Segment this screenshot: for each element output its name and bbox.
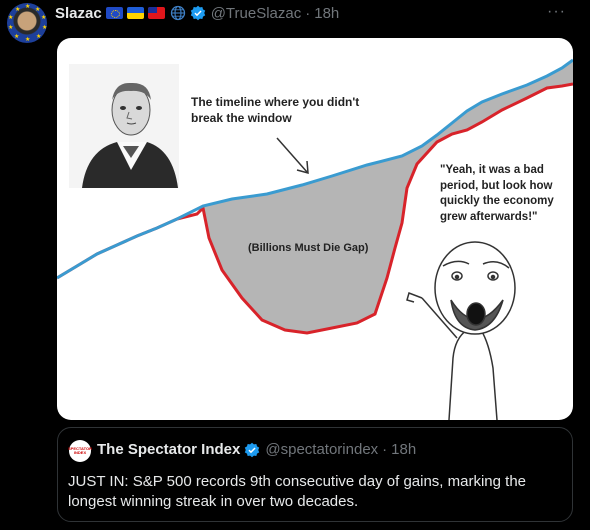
quoted-author-avatar[interactable]: SPECTATOR INDEX — [68, 440, 92, 462]
quoted-timestamp[interactable]: 18h — [391, 441, 416, 458]
verified-badge-icon[interactable] — [190, 5, 206, 21]
tweet-media-image[interactable]: The timeline where you didn't break the … — [57, 38, 573, 420]
ukraine-flag-icon — [126, 7, 144, 19]
author-name[interactable]: Slazac — [55, 5, 102, 22]
globe-icon — [170, 5, 185, 21]
taiwan-flag-icon — [147, 7, 165, 19]
verified-badge-icon[interactable] — [244, 442, 260, 458]
eu-stars-decoration: ★ ★ ★ ★ ★ ★ ★ ★ ★ ★ — [8, 4, 47, 43]
tweet-header: Slazac @TrueSlazac · 18h — [55, 4, 339, 22]
label-wojak-quote: "Yeah, it was a bad period, but look how… — [440, 164, 554, 223]
arrow-annotation — [276, 137, 309, 175]
quoted-author-name[interactable]: The Spectator Index — [97, 441, 240, 458]
quoted-author-handle[interactable]: @spectatorindex — [265, 441, 378, 458]
portrait-illustration — [69, 64, 179, 188]
label-timeline: The timeline where you didn't break the … — [191, 95, 360, 125]
author-handle[interactable]: @TrueSlazac — [211, 5, 302, 22]
quoted-header-separator: · — [382, 441, 388, 458]
quoted-tweet-text: JUST IN: S&P 500 records 9th consecutive… — [68, 473, 527, 510]
tweet-timestamp[interactable]: 18h — [314, 5, 339, 22]
wojak-character — [406, 241, 516, 420]
author-avatar[interactable]: ★ ★ ★ ★ ★ ★ ★ ★ ★ ★ — [7, 3, 47, 43]
eu-flag-icon — [105, 7, 123, 19]
more-options-icon[interactable]: ··· — [547, 3, 566, 21]
header-separator: · — [305, 4, 311, 22]
label-gap: (Billions Must Die Gap) — [248, 242, 369, 254]
quoted-tweet-card[interactable]: SPECTATOR INDEX The Spectator Index @spe… — [57, 427, 573, 522]
quoted-tweet-header: The Spectator Index @spectatorindex · 18… — [97, 441, 416, 458]
